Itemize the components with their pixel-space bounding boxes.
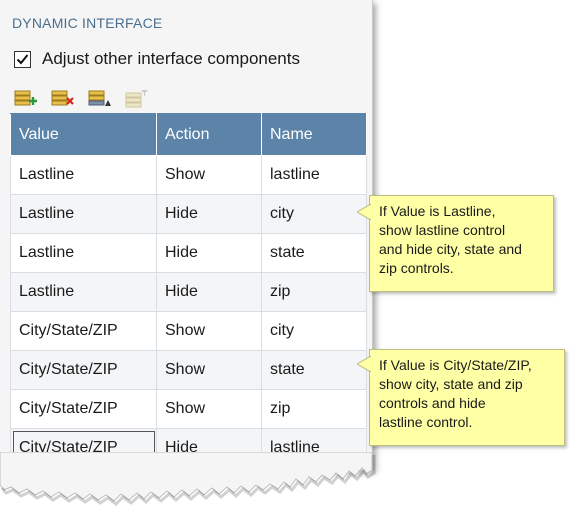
note-lastline-line: and hide city, state and <box>379 241 522 257</box>
callout-pointer-icon <box>357 355 371 373</box>
table-row[interactable]: Lastline Hide city <box>10 194 367 234</box>
column-header-name[interactable]: Name <box>261 113 367 156</box>
note-city-state-zip-line: controls and hide <box>379 395 486 411</box>
cell-name[interactable]: city <box>261 194 367 234</box>
delete-row-icon <box>51 90 74 106</box>
cell-value[interactable]: City/State/ZIP <box>10 389 157 429</box>
table-toolbar <box>14 89 149 109</box>
checkmark-icon <box>16 53 29 64</box>
cell-value[interactable]: Lastline <box>10 155 157 195</box>
cell-value[interactable]: City/State/ZIP <box>10 311 157 351</box>
delete-row-button[interactable] <box>51 89 75 109</box>
cell-action[interactable]: Show <box>156 311 262 351</box>
sort-rows-button[interactable] <box>88 89 112 109</box>
cell-name[interactable]: state <box>261 233 367 273</box>
adjust-components-checkbox[interactable] <box>14 50 31 68</box>
cell-value[interactable]: City/State/ZIP <box>10 350 157 390</box>
cell-value[interactable]: Lastline <box>10 272 157 312</box>
table-row[interactable]: Lastline Hide zip <box>10 272 367 312</box>
cell-action[interactable]: Hide <box>156 194 262 234</box>
note-lastline-line: zip controls. <box>379 260 454 276</box>
note-city-state-zip-line: If Value is City/State/ZIP, <box>379 357 532 373</box>
filter-rows-button[interactable] <box>125 89 149 109</box>
cell-action[interactable]: Show <box>156 389 262 429</box>
note-lastline: If Value is Lastline, show lastline cont… <box>357 195 554 292</box>
cell-value[interactable]: Lastline <box>10 194 157 234</box>
adjust-components-label: Adjust other interface components <box>42 49 300 68</box>
table-row[interactable]: Lastline Show lastline <box>10 155 367 195</box>
note-city-state-zip: If Value is City/State/ZIP, show city, s… <box>357 349 565 446</box>
table-row[interactable]: City/State/ZIP Show state <box>10 350 367 390</box>
note-lastline-line: show lastline control <box>379 222 506 238</box>
cell-action[interactable]: Show <box>156 155 262 195</box>
table-row[interactable]: City/State/ZIP Show city <box>10 311 367 351</box>
section-title: DYNAMIC INTERFACE <box>12 15 163 31</box>
cell-action[interactable]: Show <box>156 350 262 390</box>
note-city-state-zip-line: show city, state and zip <box>379 376 523 392</box>
cell-name[interactable]: zip <box>261 389 367 429</box>
torn-edge-decoration <box>0 452 376 506</box>
column-header-value[interactable]: Value <box>10 113 157 156</box>
cell-name[interactable]: zip <box>261 272 367 312</box>
add-row-icon <box>14 90 37 106</box>
cell-action[interactable]: Hide <box>156 233 262 273</box>
table-header-row: Value Action Name <box>10 113 367 156</box>
filter-rows-icon <box>125 90 148 108</box>
callout-pointer-icon <box>357 203 371 221</box>
table-row[interactable]: City/State/ZIP Show zip <box>10 389 367 429</box>
adjust-components-row[interactable]: Adjust other interface components <box>14 49 300 69</box>
cell-name[interactable]: state <box>261 350 367 390</box>
cell-name[interactable]: city <box>261 311 367 351</box>
sort-rows-icon <box>88 90 111 106</box>
dynamic-interface-table: Value Action Name Lastline Show lastline… <box>10 113 367 468</box>
column-header-action[interactable]: Action <box>156 113 262 156</box>
cell-value[interactable]: Lastline <box>10 233 157 273</box>
add-row-button[interactable] <box>14 89 38 109</box>
dynamic-interface-panel: DYNAMIC INTERFACE Adjust other interface… <box>0 0 373 470</box>
cell-action[interactable]: Hide <box>156 272 262 312</box>
note-lastline-line: If Value is Lastline, <box>379 203 496 219</box>
note-city-state-zip-line: lastline control. <box>379 414 473 430</box>
table-row[interactable]: Lastline Hide state <box>10 233 367 273</box>
cell-name[interactable]: lastline <box>261 155 367 195</box>
